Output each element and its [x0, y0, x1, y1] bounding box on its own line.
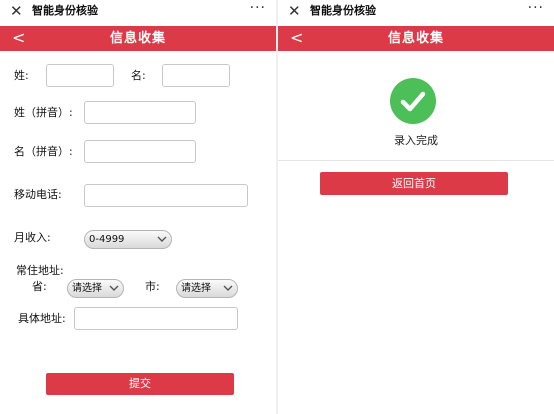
mobile-phone-input[interactable] [84, 184, 248, 207]
given-name-input[interactable] [162, 64, 230, 87]
submit-button[interactable]: 提交 [46, 373, 234, 395]
surname-input[interactable] [46, 64, 114, 87]
success-check-icon [390, 78, 436, 124]
city-select[interactable]: 请选择 [176, 279, 238, 298]
app-title: 智能身份核验 [310, 4, 376, 17]
more-icon[interactable]: ··· [250, 1, 266, 15]
surname-pinyin-label: 姓（拼音）: [14, 106, 73, 119]
given-name-label: 名: [131, 69, 146, 82]
surname-label: 姓: [14, 69, 29, 82]
province-value: 请选择 [72, 283, 102, 294]
result-screen: ✕ 智能身份核验 ··· < 信息收集 录入完成 返回首页 [278, 0, 554, 414]
more-icon[interactable]: ··· [528, 1, 544, 15]
chevron-down-icon [157, 236, 167, 242]
given-name-pinyin-input[interactable] [84, 140, 196, 163]
mobile-phone-label: 移动电话: [14, 188, 62, 201]
close-icon[interactable]: ✕ [288, 3, 302, 19]
completion-message: 录入完成 [394, 134, 438, 147]
given-name-pinyin-label: 名（拼音）: [14, 145, 73, 158]
surname-pinyin-input[interactable] [84, 101, 196, 124]
page-title: 信息收集 [387, 31, 444, 46]
chevron-down-icon [109, 285, 119, 291]
residential-address-label: 常住地址: [16, 264, 64, 277]
monthly-income-select[interactable]: 0-4999 [84, 230, 172, 249]
page-header: < 信息收集 [278, 26, 554, 51]
monthly-income-value: 0-4999 [89, 234, 125, 245]
separator-line [278, 160, 554, 161]
page-header: < 信息收集 [0, 26, 276, 51]
app-title: 智能身份核验 [32, 4, 98, 17]
checkmark-icon [400, 91, 426, 112]
city-label: 市: [145, 280, 160, 293]
detail-address-input[interactable] [74, 307, 238, 330]
city-value: 请选择 [181, 283, 211, 294]
wechat-top-bar: ✕ 智能身份核验 ··· [278, 0, 554, 24]
wechat-top-bar: ✕ 智能身份核验 ··· [0, 0, 276, 24]
chevron-down-icon [223, 285, 233, 291]
monthly-income-label: 月收入: [14, 231, 51, 244]
return-home-button[interactable]: 返回首页 [320, 172, 508, 195]
form-screen: ✕ 智能身份核验 ··· < 信息收集 姓: 名: 姓（拼音）: 名（拼音）: … [0, 0, 276, 414]
province-label: 省: [32, 280, 47, 293]
close-icon[interactable]: ✕ [10, 3, 24, 19]
detail-address-label: 具体地址: [18, 312, 66, 325]
page-title: 信息收集 [109, 31, 166, 46]
province-select[interactable]: 请选择 [67, 279, 124, 298]
